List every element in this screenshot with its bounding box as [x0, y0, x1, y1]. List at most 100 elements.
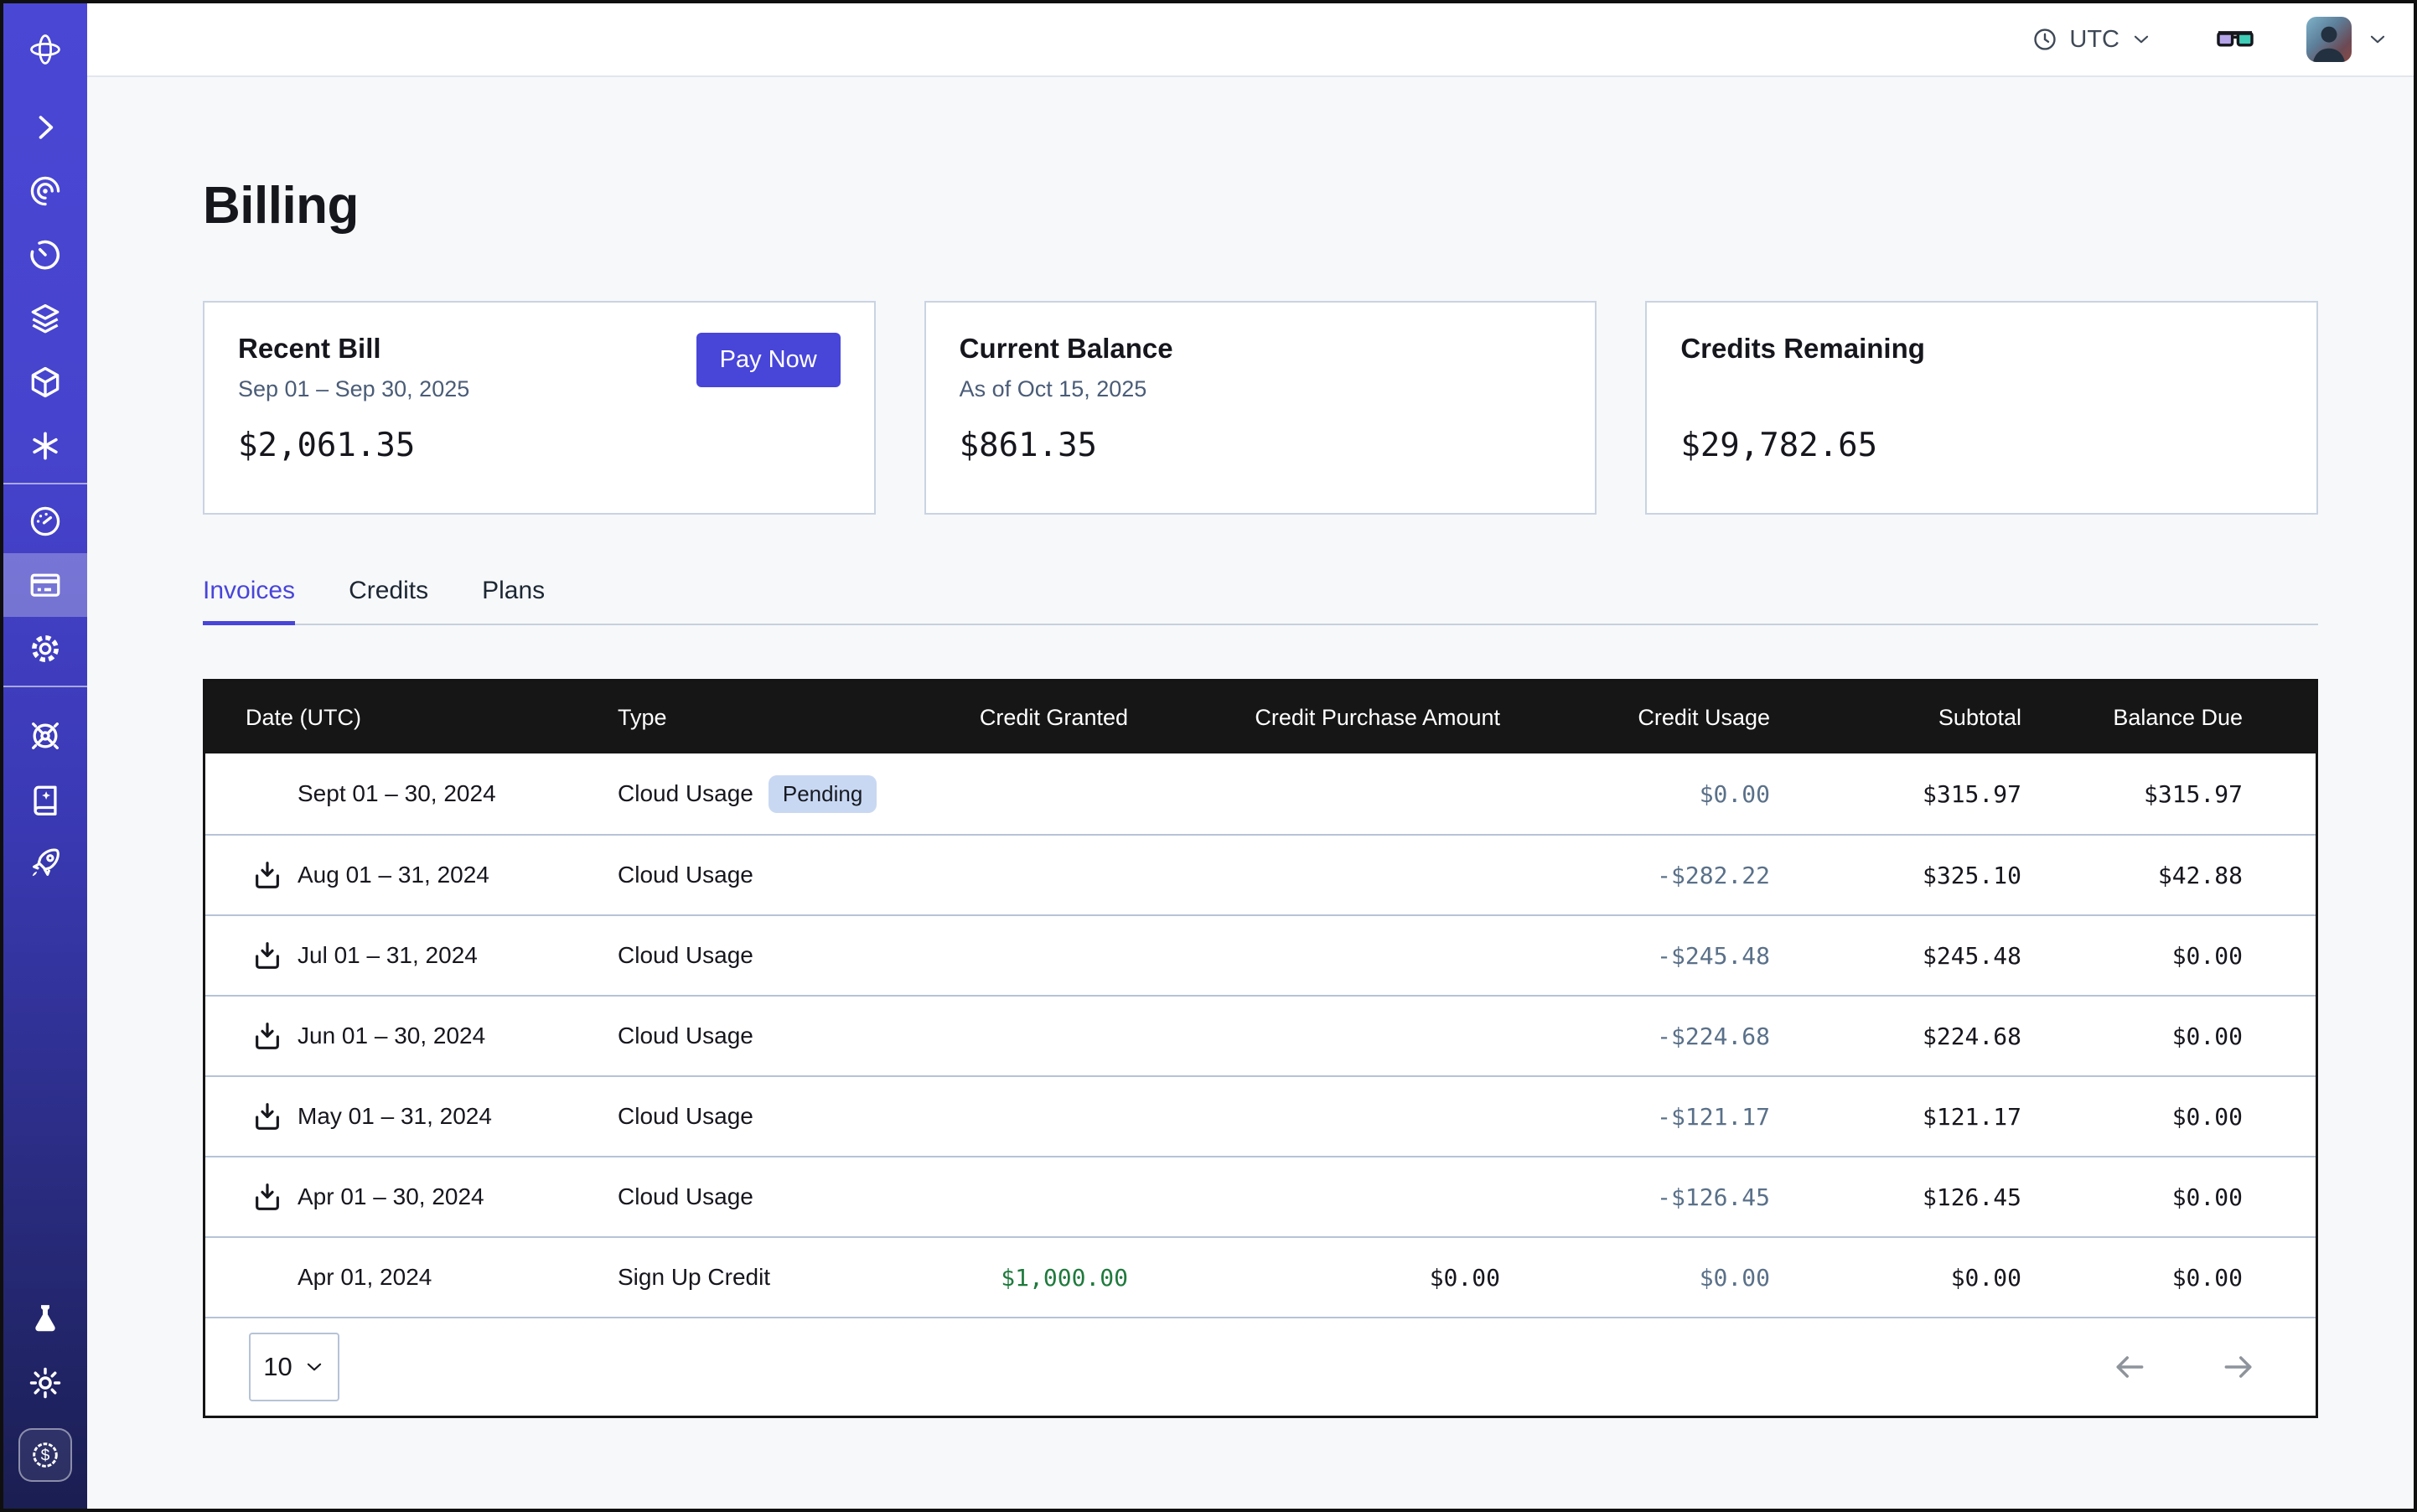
download-invoice-button[interactable] — [249, 1098, 286, 1135]
balance-due: $0.00 — [2094, 1264, 2316, 1292]
credits-remaining-card: Credits Remaining $29,782.65 — [1645, 301, 2318, 515]
invoices-table: Date (UTC) Type Credit Granted Credit Pu… — [203, 679, 2318, 1418]
credit-purchase-amount: $0.00 — [1201, 1264, 1573, 1292]
cube-icon[interactable] — [3, 350, 87, 414]
arrow-right-icon — [2220, 1349, 2257, 1385]
flask-icon[interactable] — [3, 1287, 87, 1351]
stereo-glasses-button[interactable] — [2211, 24, 2259, 54]
balance-due: $0.00 — [2094, 942, 2316, 970]
layers-icon[interactable] — [3, 287, 87, 350]
sun-icon[interactable] — [3, 1351, 87, 1415]
balance-due: $0.00 — [2094, 1023, 2316, 1050]
recent-bill-amount: $2,061.35 — [238, 427, 841, 464]
recent-bill-card: Recent Bill Sep 01 – Sep 30, 2025 $2,061… — [203, 301, 876, 515]
tab-invoices[interactable]: Invoices — [203, 577, 295, 624]
invoice-type: Sign Up Credit — [618, 1264, 770, 1291]
invoice-date: Apr 01 – 30, 2024 — [298, 1183, 484, 1210]
stereo-glasses-icon — [2216, 25, 2254, 54]
credit-granted: $1,000.00 — [921, 1264, 1201, 1292]
book-sparkle-icon[interactable] — [3, 768, 87, 831]
billing-card-icon — [27, 567, 64, 603]
orbit-logo-icon[interactable] — [3, 3, 87, 96]
subtotal: $315.97 — [1843, 780, 2094, 808]
invoice-date: Jul 01 – 31, 2024 — [298, 942, 478, 969]
expand-sidebar-chevron-right-icon[interactable] — [3, 96, 87, 159]
dollar-badge-icon: $ — [18, 1428, 72, 1482]
invoice-date: May 01 – 31, 2024 — [298, 1103, 492, 1130]
page-size-value: 10 — [263, 1352, 292, 1382]
sidebar: $ — [3, 3, 87, 1509]
sidebar-divider — [3, 483, 87, 484]
download-icon — [251, 939, 284, 972]
card-title: Credits Remaining — [1680, 333, 2283, 365]
subtotal: $0.00 — [1843, 1264, 2094, 1292]
credits-remaining-amount: $29,782.65 — [1680, 427, 2283, 464]
previous-page-button[interactable] — [2106, 1348, 2153, 1386]
summary-cards: Recent Bill Sep 01 – Sep 30, 2025 $2,061… — [203, 301, 2318, 515]
billing-tabs: Invoices Credits Plans — [203, 577, 2318, 625]
current-balance-amount: $861.35 — [960, 427, 1562, 464]
download-icon — [251, 1180, 284, 1214]
sidebar-spacer — [3, 895, 87, 1287]
download-invoice-button[interactable] — [249, 1017, 286, 1054]
invoice-type: Cloud Usage — [618, 1023, 753, 1049]
invoice-date: Jun 01 – 30, 2024 — [298, 1023, 485, 1049]
gear-icon[interactable] — [3, 617, 87, 681]
chevron-down-icon — [2367, 28, 2389, 50]
column-header-type: Type — [618, 705, 921, 731]
timer-icon[interactable] — [3, 223, 87, 287]
subtotal: $121.17 — [1843, 1103, 2094, 1131]
next-page-button[interactable] — [2215, 1348, 2262, 1386]
sidebar-bottom-group: $ — [3, 1287, 87, 1495]
timezone-label: UTC — [2069, 26, 2119, 54]
app-window: $ UTC — [0, 0, 2417, 1512]
credit-usage: -$126.45 — [1573, 1183, 1843, 1211]
topbar: UTC — [87, 3, 2414, 77]
chevron-down-icon — [2130, 28, 2152, 50]
card-subtitle — [1680, 376, 2283, 405]
table-row: Apr 01 – 30, 2024 Cloud Usage -$126.45 $… — [205, 1156, 2316, 1236]
invoice-type: Cloud Usage — [618, 1103, 753, 1130]
timezone-selector[interactable]: UTC — [2026, 25, 2157, 54]
credits-badge-button[interactable]: $ — [3, 1415, 87, 1495]
download-icon — [251, 1100, 284, 1133]
invoice-date: Sept 01 – 30, 2024 — [298, 780, 496, 807]
card-subtitle: As of Oct 15, 2025 — [960, 376, 1562, 405]
table-row: Sept 01 – 30, 2024 Cloud Usage Pending $… — [205, 753, 2316, 834]
tab-credits[interactable]: Credits — [349, 577, 428, 624]
download-invoice-button[interactable] — [249, 1178, 286, 1215]
download-invoice-button[interactable] — [249, 937, 286, 974]
clock-icon — [2031, 26, 2058, 53]
download-icon — [251, 1019, 284, 1053]
eye-spiral-icon[interactable] — [3, 159, 87, 223]
rocket-icon[interactable] — [3, 831, 87, 895]
download-slot — [249, 775, 286, 812]
page-size-select[interactable]: 10 — [249, 1333, 339, 1401]
invoice-date: Apr 01, 2024 — [298, 1264, 432, 1291]
page-title: Billing — [203, 176, 2318, 236]
main-area: UTC Billing — [87, 3, 2414, 1509]
download-slot — [249, 1259, 286, 1296]
gauge-icon[interactable] — [3, 489, 87, 553]
balance-due: $0.00 — [2094, 1183, 2316, 1211]
credit-usage: -$245.48 — [1573, 942, 1843, 970]
table-row: Jul 01 – 31, 2024 Cloud Usage -$245.48 $… — [205, 914, 2316, 995]
subtotal: $224.68 — [1843, 1023, 2094, 1050]
table-footer: 10 — [205, 1317, 2316, 1416]
credit-usage: $0.00 — [1573, 1264, 1843, 1292]
account-menu[interactable] — [2306, 17, 2389, 62]
asterisk-icon[interactable] — [3, 414, 87, 478]
subtotal: $126.45 — [1843, 1183, 2094, 1211]
chevron-down-icon — [303, 1356, 325, 1378]
sidebar-item-billing[interactable] — [3, 553, 87, 617]
card-title: Current Balance — [960, 333, 1562, 365]
invoice-type: Cloud Usage — [618, 780, 753, 807]
credit-usage: $0.00 — [1573, 780, 1843, 808]
pay-now-button[interactable]: Pay Now — [696, 333, 841, 387]
download-invoice-button[interactable] — [249, 857, 286, 893]
table-row: May 01 – 31, 2024 Cloud Usage -$121.17 $… — [205, 1075, 2316, 1156]
helm-wheel-icon[interactable] — [3, 704, 87, 768]
download-icon — [251, 858, 284, 892]
tab-plans[interactable]: Plans — [482, 577, 545, 624]
balance-due: $0.00 — [2094, 1103, 2316, 1131]
